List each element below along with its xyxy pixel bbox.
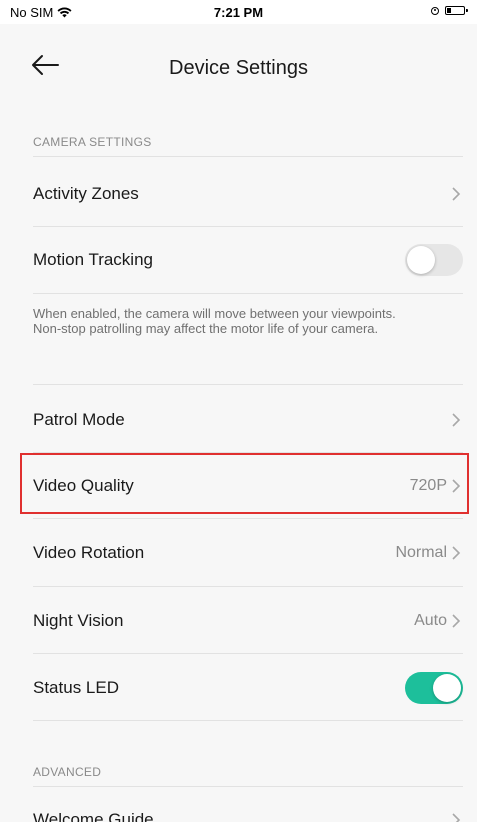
motion-tracking-label: Motion Tracking xyxy=(33,249,153,269)
welcome-guide-right xyxy=(449,812,463,822)
navigation-bar: Device Settings xyxy=(0,24,477,114)
status-led-toggle[interactable] xyxy=(405,671,463,704)
video-quality-right: 720P xyxy=(410,477,463,495)
video-rotation-right: Normal xyxy=(395,544,463,562)
welcome-guide-label: Welcome Guide xyxy=(33,809,154,822)
motion-tracking-row: Motion Tracking xyxy=(33,226,463,293)
patrol-mode-right xyxy=(449,412,463,428)
motion-tracking-help-text: When enabled, the camera will move betwe… xyxy=(33,306,396,336)
battery-icon xyxy=(445,6,468,15)
welcome-guide-row[interactable]: Welcome Guide xyxy=(33,786,463,822)
chevron-right-icon xyxy=(452,478,461,493)
status-time: 7:21 PM xyxy=(213,5,264,20)
device-settings-screen: No SIM 7:21 PM Device Settings CAMERA SE… xyxy=(0,0,477,822)
patrol-mode-label: Patrol Mode xyxy=(33,409,125,429)
page-title: Device Settings xyxy=(169,57,308,79)
toggle-knob xyxy=(407,245,435,274)
video-quality-row[interactable]: Video Quality 720P xyxy=(33,452,463,519)
chevron-right-icon xyxy=(452,186,461,201)
status-led-row: Status LED xyxy=(33,654,463,721)
video-quality-label: Video Quality xyxy=(33,475,134,495)
video-rotation-value: Normal xyxy=(395,543,447,561)
night-vision-right: Auto xyxy=(414,612,463,630)
night-vision-row[interactable]: Night Vision Auto xyxy=(33,587,463,654)
video-rotation-row[interactable]: Video Rotation Normal xyxy=(33,519,463,586)
divider xyxy=(33,293,463,294)
section-header-advanced: ADVANCED xyxy=(33,765,102,779)
night-vision-label: Night Vision xyxy=(33,610,124,630)
chevron-right-icon xyxy=(452,545,461,560)
section-header-camera-settings: CAMERA SETTINGS xyxy=(33,135,152,149)
status-bar: No SIM 7:21 PM xyxy=(0,0,477,24)
toggle-knob xyxy=(433,673,461,702)
activity-zones-right xyxy=(449,186,463,202)
night-vision-value: Auto xyxy=(414,611,447,629)
motion-tracking-toggle[interactable] xyxy=(405,243,463,276)
divider xyxy=(33,384,463,385)
patrol-mode-row[interactable]: Patrol Mode xyxy=(33,386,463,453)
divider xyxy=(33,156,463,157)
orientation-lock-icon xyxy=(431,6,439,15)
status-led-label: Status LED xyxy=(33,677,119,697)
activity-zones-row[interactable]: Activity Zones xyxy=(33,160,463,227)
chevron-right-icon xyxy=(452,613,461,628)
video-quality-value: 720P xyxy=(409,476,447,494)
chevron-right-icon xyxy=(452,812,461,822)
activity-zones-label: Activity Zones xyxy=(33,183,139,203)
chevron-right-icon xyxy=(452,412,461,427)
divider xyxy=(33,720,463,721)
video-rotation-label: Video Rotation xyxy=(33,542,145,562)
status-right xyxy=(431,6,468,15)
